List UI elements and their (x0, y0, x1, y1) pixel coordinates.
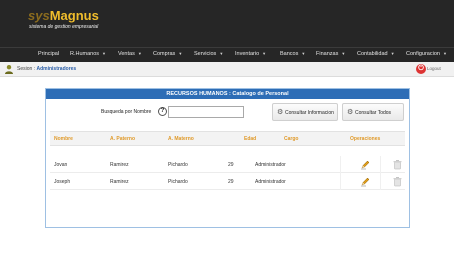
cell-nombre: Joseph (54, 179, 71, 185)
column-header-cargo[interactable]: Cargo (284, 136, 298, 142)
column-header-edad[interactable]: Edad (244, 136, 256, 142)
session-info: Sesion : Administradores (17, 66, 76, 72)
consultar-informacion-button[interactable]: ⚙ Consultar Informacion (272, 103, 338, 121)
search-label: Busqueda por Nombre (101, 109, 152, 115)
chevron-down-icon: ▼ (390, 51, 395, 56)
brand-prefix: sys (28, 8, 50, 23)
nav-item-label: Compras (153, 51, 176, 57)
cell-paterno: Ramirez (110, 179, 129, 185)
trash-icon[interactable] (392, 176, 403, 187)
cell-cargo: Administrador (255, 162, 286, 168)
chevron-down-icon: ▼ (262, 51, 267, 56)
nav-item-ventas[interactable]: Ventas ▼ (118, 51, 142, 57)
cell-cargo: Administrador (255, 179, 286, 185)
gear-icon: ⚙ (277, 109, 284, 116)
edit-pencil-icon[interactable] (360, 159, 371, 170)
nav-item-compras[interactable]: Compras ▼ (153, 51, 182, 57)
nav-item-bancos[interactable]: Bancos ▼ (280, 51, 305, 57)
search-input[interactable] (168, 106, 244, 118)
chevron-down-icon: ▼ (219, 51, 224, 56)
chevron-down-icon: ▼ (102, 51, 107, 56)
column-header-operaciones: Operaciones (350, 136, 381, 142)
nav-item-inventario[interactable]: Inventario ▼ (235, 51, 266, 57)
cell-paterno: Ramirez (110, 162, 129, 168)
personal-catalog-panel: RECURSOS HUMANOS : Catalogo de Personal … (45, 88, 410, 228)
trash-icon[interactable] (392, 159, 403, 170)
session-bar: Sesion : Administradores ⏻ Logout (0, 62, 454, 77)
nav-item-label: Bancos (280, 51, 299, 57)
nav-item-label: Finanzas (316, 51, 339, 57)
user-icon (5, 65, 13, 74)
column-header-nombre[interactable]: Nombre (54, 136, 73, 142)
app-window: sysMagnus sistema de gestion empresarial… (0, 0, 454, 259)
button-label: Consultar Todos (355, 110, 392, 116)
power-icon: ⏻ (416, 64, 426, 74)
nav-item-contabilidad[interactable]: Contabilidad ▼ (357, 51, 395, 57)
cell-materno: Pichardo (168, 162, 188, 168)
nav-item-rhumanos[interactable]: R.Humanos ▼ (70, 51, 106, 57)
table-header: Nombre A. Paterno A. Materno Edad Cargo … (50, 131, 405, 146)
consultar-todos-button[interactable]: ⚙ Consultar Todos (342, 103, 404, 121)
panel-title: RECURSOS HUMANOS : Catalogo de Personal (46, 89, 409, 99)
brand-name: Magnus (49, 8, 99, 23)
nav-item-label: Configuracion (406, 51, 440, 57)
brand-logo[interactable]: sysMagnus (28, 7, 99, 23)
column-header-paterno[interactable]: A. Paterno (110, 136, 135, 142)
column-divider (380, 156, 381, 173)
chevron-down-icon: ▼ (341, 51, 346, 56)
brand-tagline: sistema de gestion empresarial (29, 24, 99, 30)
edit-pencil-icon[interactable] (360, 176, 371, 187)
session-user: Administradores (36, 66, 77, 72)
main-nav: Principal R.Humanos ▼ Ventas ▼ Compras ▼ Se… (0, 47, 454, 62)
chevron-down-icon: ▼ (178, 51, 183, 56)
nav-item-principal[interactable]: Principal (38, 51, 59, 57)
gear-icon: ⚙ (347, 109, 354, 116)
chevron-down-icon: ▼ (301, 51, 306, 56)
nav-item-servicios[interactable]: Servicios ▼ (194, 51, 223, 57)
nav-item-label: Principal (38, 51, 60, 57)
nav-item-label: Contabilidad (357, 51, 388, 57)
column-divider (340, 173, 341, 190)
nav-item-finanzas[interactable]: Finanzas ▼ (316, 51, 345, 57)
nav-item-label: Inventario (235, 51, 260, 57)
table-row: Joseph Ramirez Pichardo 29 Administrador (50, 173, 405, 190)
cell-nombre: Jovan (54, 162, 68, 168)
column-header-materno[interactable]: A. Materno (168, 136, 194, 142)
session-label: Sesion : (17, 66, 36, 72)
nav-item-label: Servicios (194, 51, 217, 57)
button-label: Consultar Informacion (285, 110, 334, 116)
column-divider (340, 156, 341, 173)
logout-label: Logout (427, 66, 441, 71)
nav-item-label: Ventas (118, 51, 135, 57)
chevron-down-icon: ▼ (442, 51, 447, 56)
cell-edad: 29 (228, 162, 234, 168)
app-header: sysMagnus sistema de gestion empresarial (0, 0, 454, 47)
nav-item-configuracion[interactable]: Configuracion ▼ (406, 51, 447, 57)
nav-item-label: R.Humanos (70, 51, 100, 57)
help-icon[interactable]: ? (158, 107, 167, 116)
cell-materno: Pichardo (168, 179, 188, 185)
column-divider (380, 173, 381, 190)
table-row: Jovan Ramirez Pichardo 29 Administrador (50, 156, 405, 173)
cell-edad: 29 (228, 179, 234, 185)
chevron-down-icon: ▼ (137, 51, 142, 56)
